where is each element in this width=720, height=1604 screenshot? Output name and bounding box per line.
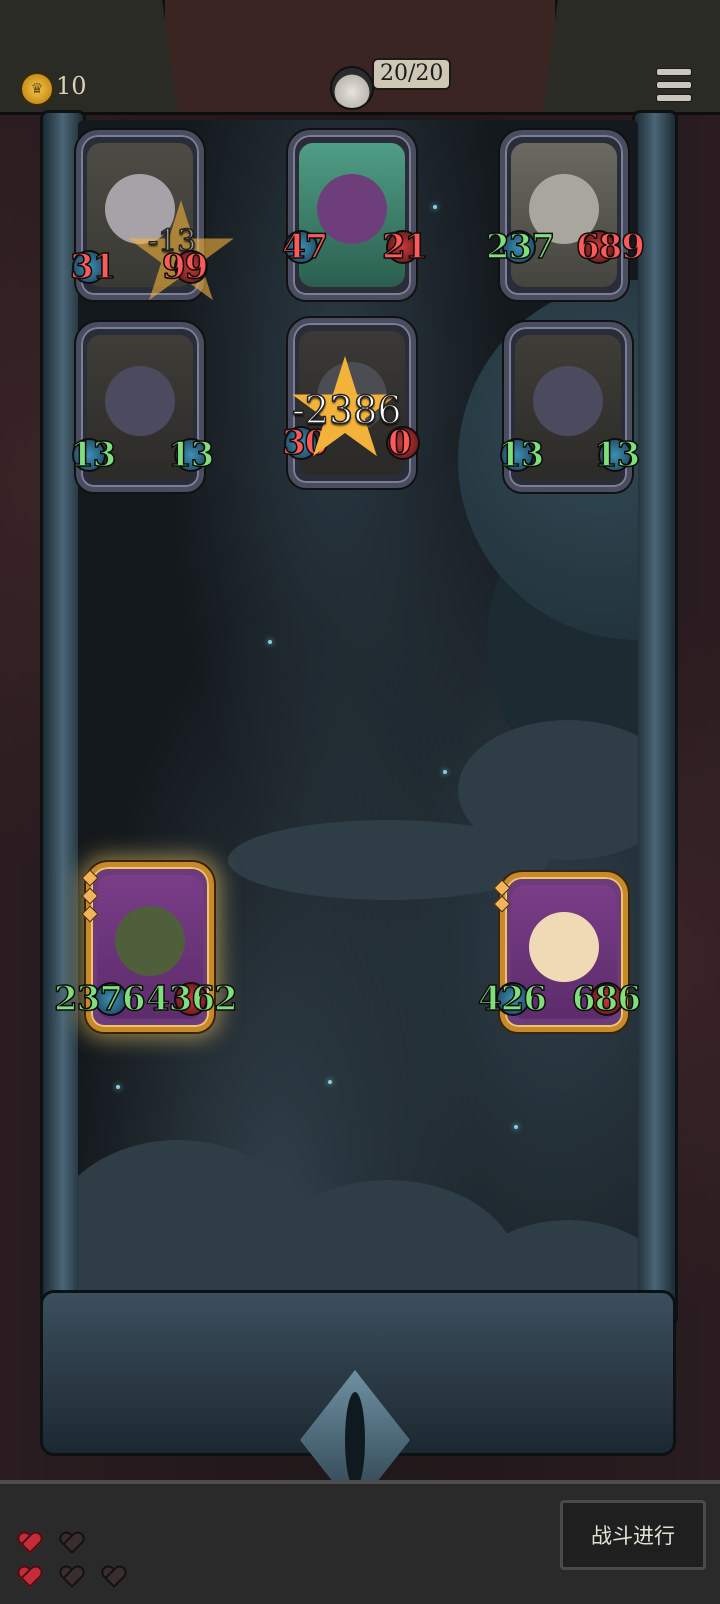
enemy-attack: 13 bbox=[69, 435, 117, 475]
life-heart-icon bbox=[58, 1566, 86, 1590]
enemy-health: 689 bbox=[575, 227, 645, 267]
crown-coin-icon: ♛ bbox=[20, 72, 54, 106]
battle-in-progress-button[interactable]: 战斗进行 bbox=[560, 1500, 706, 1570]
player-hp: 20/20 bbox=[372, 58, 452, 90]
enemy-attack: 47 bbox=[281, 227, 329, 267]
enemy-health: 13 bbox=[593, 435, 641, 475]
life-heart-icon bbox=[16, 1566, 44, 1590]
star bbox=[268, 640, 272, 644]
damage-popup: -2386 bbox=[291, 387, 402, 433]
enemy-health: 99 bbox=[161, 247, 209, 287]
coin-count: 10 bbox=[56, 72, 87, 100]
ally-attack: 426 bbox=[477, 979, 547, 1019]
hamburger-menu-icon[interactable] bbox=[656, 68, 692, 102]
enemy-attack: 31 bbox=[69, 247, 117, 287]
enemy-attack: 13 bbox=[497, 435, 545, 475]
star bbox=[514, 1125, 518, 1129]
star bbox=[116, 1085, 120, 1089]
eye-pupil bbox=[345, 1392, 365, 1488]
life-heart-icon bbox=[58, 1532, 86, 1556]
life-heart-icon bbox=[100, 1566, 128, 1590]
enemy-health: 13 bbox=[167, 435, 215, 475]
ally-health: 686 bbox=[571, 979, 641, 1019]
ally-attack: 2376 bbox=[53, 979, 146, 1019]
enemy-attack: 237 bbox=[485, 227, 555, 267]
top-bar: ♛ 10 20/20 bbox=[0, 0, 720, 115]
star bbox=[328, 1080, 332, 1084]
player-avatar[interactable] bbox=[330, 66, 374, 110]
ally-health: 4362 bbox=[145, 979, 238, 1019]
star bbox=[433, 205, 437, 209]
arena-frame-right bbox=[632, 110, 678, 1326]
enemy-health: 21 bbox=[381, 227, 429, 267]
life-heart-icon bbox=[16, 1532, 44, 1556]
star bbox=[443, 770, 447, 774]
